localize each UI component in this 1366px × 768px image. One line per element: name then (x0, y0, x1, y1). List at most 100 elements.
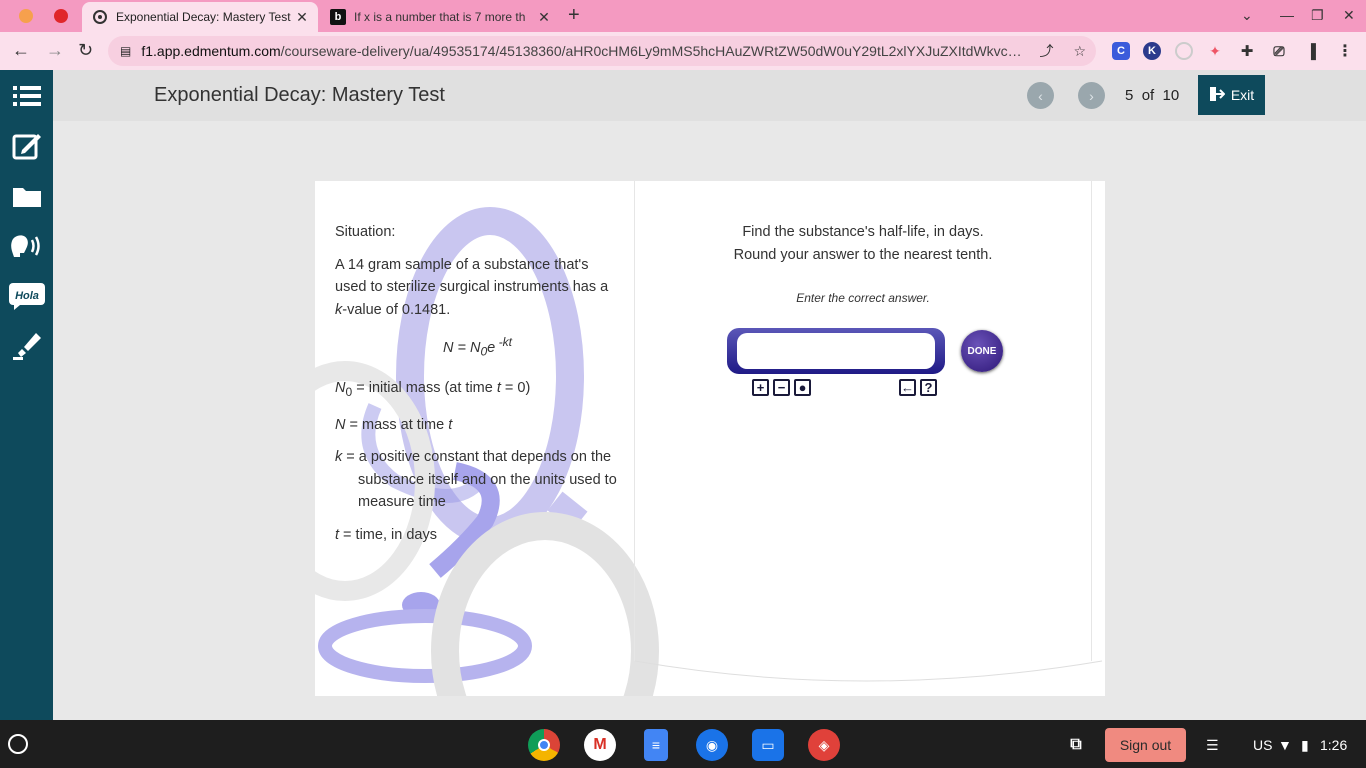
help-question-icon[interactable]: ? (920, 379, 937, 396)
chrome-icon[interactable] (528, 729, 560, 761)
def-t: t (448, 416, 453, 433)
dot-bullet-icon[interactable]: ● (794, 379, 811, 396)
next-question-button[interactable]: › (1078, 82, 1105, 109)
back-arrow-icon[interactable]: ← (12, 40, 30, 61)
close-icon[interactable]: ✕ (292, 9, 312, 26)
definition-n: N = mass at time t (335, 414, 620, 437)
answer-box-frame (727, 328, 945, 374)
def-var: N (335, 416, 346, 433)
new-tab-plus-icon[interactable]: + (568, 4, 580, 27)
previous-question-button[interactable]: ‹ (1027, 82, 1054, 109)
launcher-circle-icon[interactable] (8, 734, 28, 754)
definition-k: k = a positive constant that depends on … (335, 446, 620, 514)
page-title: Exponential Decay: Mastery Test (154, 84, 445, 106)
question-line-2: Round your answer to the nearest tenth. (733, 247, 993, 263)
battery-icon[interactable]: ▮ (1301, 737, 1309, 754)
svg-text:Hola: Hola (15, 290, 39, 302)
definition-t: t = time, in days (335, 524, 620, 547)
def-text: = mass at time (345, 416, 449, 433)
forward-arrow-icon[interactable]: → (46, 40, 64, 61)
def-text: = initial mass (at time (352, 380, 497, 397)
edmentum-favicon-icon (92, 9, 108, 25)
text-to-speech-icon[interactable] (0, 224, 53, 268)
notepad-edit-icon[interactable] (0, 124, 53, 168)
playlist-icon[interactable]: ☰ (1206, 737, 1219, 754)
answer-instruction: Enter the correct answer. (796, 291, 930, 305)
question-line-1: Find the substance's half-life, in days. (742, 224, 984, 240)
total-questions: 10 (1162, 87, 1180, 104)
question-text: Find the substance's half-life, in days.… (635, 221, 1091, 267)
address-bar[interactable]: ▤ f1.app.edmentum.com/courseware-deliver… (108, 36, 1096, 66)
extension-red-icon[interactable]: ✦ (1206, 42, 1224, 60)
variable-definitions: N0 = initial mass (at time t = 0) N = ma… (335, 377, 620, 546)
formula-exponent: -kt (495, 335, 513, 349)
files-icon[interactable]: ▭ (752, 729, 784, 761)
window-close-icon[interactable]: ✕ (1343, 7, 1355, 24)
menu-list-icon[interactable] (0, 74, 53, 118)
translate-hola-icon[interactable]: Hola (0, 274, 53, 318)
tab-title: Exponential Decay: Mastery Test (116, 10, 291, 24)
exit-button[interactable]: Exit (1198, 75, 1265, 115)
question-panel: Find the substance's half-life, in days.… (635, 221, 1091, 305)
folder-icon[interactable] (0, 174, 53, 218)
def-text: = a positive constant that depends on th… (342, 449, 617, 511)
collapse-minus-icon[interactable]: − (773, 379, 790, 396)
extensions-puzzle-icon[interactable]: ✚ (1238, 42, 1256, 60)
clipboard-icon[interactable]: ⧉ (1060, 729, 1092, 761)
situation-panel: Situation: A 14 gram sample of a substan… (335, 221, 620, 556)
question-counter: 5 of 10 (1125, 87, 1179, 104)
sign-out-button[interactable]: Sign out (1105, 728, 1186, 762)
docs-icon[interactable]: ≡ (644, 729, 668, 761)
tab-title: If x is a number that is 7 more th (354, 10, 526, 24)
exit-label: Exit (1230, 87, 1255, 103)
bookmark-star-icon[interactable]: ☆ (1073, 43, 1086, 60)
reload-icon[interactable]: ↻ (78, 40, 93, 61)
browser-tab-strip: Exponential Decay: Mastery Test ✕ b If x… (0, 0, 1366, 32)
extension-timer-icon[interactable] (1175, 42, 1193, 60)
test-header: Exponential Decay: Mastery Test ‹ › 5 of… (53, 70, 1366, 121)
highlighter-icon[interactable] (0, 324, 53, 368)
brainly-favicon-icon: b (330, 9, 346, 25)
done-button[interactable]: DONE (961, 330, 1003, 372)
def-text: = time, in days (339, 526, 437, 543)
gmail-icon[interactable]: M (584, 729, 616, 761)
current-question-number: 5 (1125, 87, 1134, 104)
app-sidebar: Hola (0, 70, 53, 720)
wifi-icon[interactable]: ▼ (1278, 737, 1292, 753)
expand-plus-icon[interactable]: + (752, 379, 769, 396)
definition-n0: N0 = initial mass (at time t = 0) (335, 377, 620, 403)
tab-brainly-question[interactable]: b If x is a number that is 7 more th ✕ (320, 2, 560, 32)
extension-k-icon[interactable]: K (1143, 42, 1161, 60)
def-var: N (335, 380, 346, 397)
menu-kebab-icon[interactable]: ⋮ (1336, 42, 1354, 60)
locale-label[interactable]: US (1253, 737, 1272, 753)
answer-input[interactable] (737, 333, 935, 369)
close-icon[interactable]: ✕ (534, 9, 554, 26)
window-close-dot[interactable] (54, 9, 68, 23)
backspace-arrow-icon[interactable]: ← (899, 379, 916, 396)
minimize-icon[interactable]: — (1280, 7, 1294, 23)
question-card: Situation: A 14 gram sample of a substan… (315, 181, 1105, 696)
tab-exponential-decay[interactable]: Exponential Decay: Mastery Test ✕ (82, 2, 318, 32)
screencast-app-icon[interactable]: ◈ (808, 729, 840, 761)
situation-body: A 14 gram sample of a substance that's u… (335, 254, 620, 322)
tab-search-chevron-icon[interactable]: ⌄ (1241, 7, 1253, 24)
url-text: f1.app.edmentum.com/courseware-delivery/… (141, 43, 1029, 59)
url-path: /courseware-delivery/ua/49535174/4513836… (280, 43, 1022, 59)
clock-time[interactable]: 1:26 (1320, 737, 1347, 753)
extension-c-icon[interactable]: C (1112, 42, 1130, 60)
window-minimize-dot[interactable] (19, 9, 33, 23)
cast-icon[interactable]: ⎚ (1270, 42, 1288, 60)
decay-formula: N = N0e -kt (335, 331, 620, 363)
side-panel-icon[interactable]: ▐ (1302, 42, 1320, 60)
url-host: f1.app.edmentum.com (141, 43, 281, 59)
share-icon[interactable]: ⤴ (1039, 41, 1053, 61)
restore-icon[interactable]: ❐ (1311, 7, 1324, 24)
browser-toolbar: ← → ↻ ▤ f1.app.edmentum.com/courseware-d… (0, 32, 1366, 70)
site-info-icon[interactable]: ▤ (120, 44, 131, 58)
formula-lhs: N = N (442, 339, 481, 356)
body-post: -value of 0.1481. (342, 301, 451, 318)
camera-icon[interactable]: ◉ (696, 729, 728, 761)
exit-door-icon (1209, 86, 1226, 105)
body-pre: A 14 gram sample of a substance that's u… (335, 256, 609, 296)
